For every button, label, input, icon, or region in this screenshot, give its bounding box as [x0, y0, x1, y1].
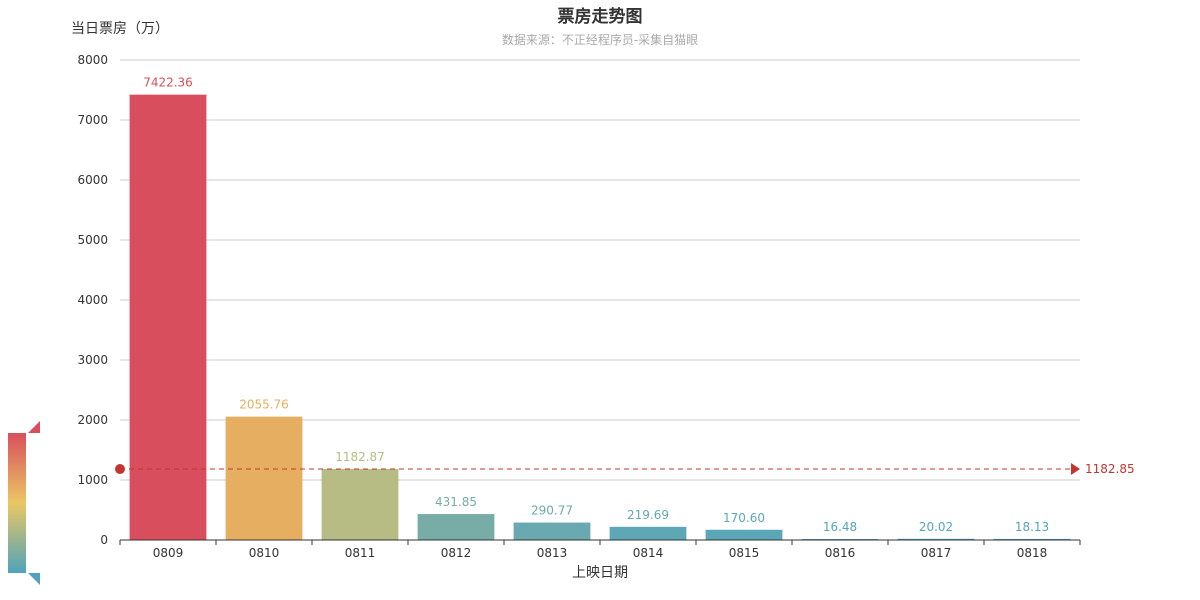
- data-label: 20.02: [919, 520, 953, 534]
- y-tick-label: 6000: [77, 173, 108, 187]
- data-label: 219.69: [627, 508, 669, 522]
- y-tick-label: 3000: [77, 353, 108, 367]
- data-label: 290.77: [531, 504, 573, 518]
- data-label: 7422.36: [143, 76, 193, 90]
- x-tick-label: 0818: [1017, 546, 1048, 560]
- mark-line-arrow: [1071, 463, 1080, 476]
- x-tick-label: 0814: [633, 546, 664, 560]
- bar: [129, 94, 207, 541]
- y-tick-label: 0: [100, 533, 108, 547]
- bar: [705, 529, 783, 540]
- x-tick-label: 0817: [921, 546, 952, 560]
- x-tick-label: 0811: [345, 546, 376, 560]
- y-tick-label: 4000: [77, 293, 108, 307]
- data-label: 431.85: [435, 495, 477, 509]
- bar-series: [129, 94, 1071, 541]
- visual-map-control[interactable]: [8, 421, 40, 585]
- bar: [417, 514, 495, 540]
- bar-chart: 7422.36 2055.76 1182.87 431.85 290.77 219.69 1…: [8, 53, 1135, 585]
- x-tick-label: 0809: [153, 546, 184, 560]
- x-tick-label: 0815: [729, 546, 760, 560]
- mark-line-start-symbol: [115, 464, 125, 475]
- y-tick-label: 7000: [77, 113, 108, 127]
- visual-map-edge: [26, 433, 28, 573]
- visual-map-bottom-handle: [28, 573, 40, 585]
- x-tick-label: 0816: [825, 546, 856, 560]
- y-tick-label: 1000: [77, 473, 108, 487]
- bar: [513, 522, 591, 540]
- bar: [609, 526, 687, 540]
- x-tick-label: 0810: [249, 546, 280, 560]
- bar: [225, 416, 303, 540]
- data-label: 170.60: [723, 511, 765, 525]
- data-label: 18.13: [1015, 520, 1049, 534]
- y-tick-label: 2000: [77, 413, 108, 427]
- y-tick-label: 8000: [77, 53, 108, 67]
- visual-map-top-handle: [28, 421, 40, 433]
- y-tick-label: 5000: [77, 233, 108, 247]
- data-label: 16.48: [823, 520, 857, 534]
- mark-line-label: 1182.85: [1085, 462, 1135, 476]
- bar: [321, 469, 399, 540]
- visual-map-bar: [8, 433, 28, 573]
- x-tick-label: 0812: [441, 546, 472, 560]
- data-label: 2055.76: [239, 398, 289, 412]
- x-tick-label: 0813: [537, 546, 568, 560]
- data-label: 1182.87: [335, 450, 385, 464]
